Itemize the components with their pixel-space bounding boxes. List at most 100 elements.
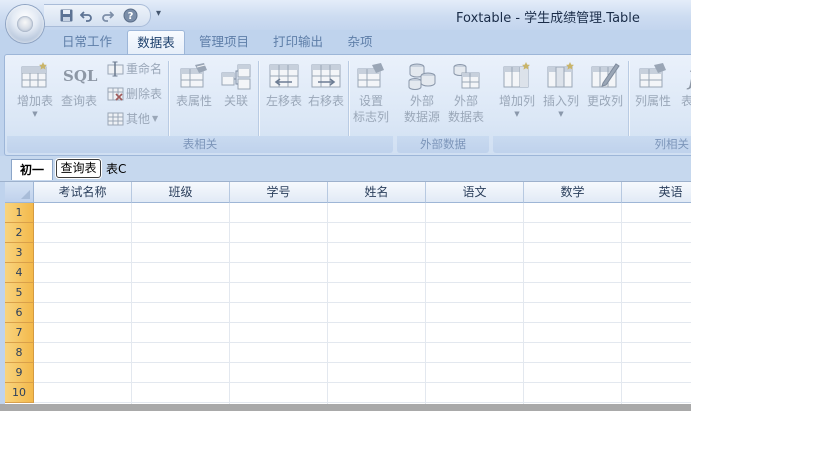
- delete-table-button[interactable]: 删除表: [107, 84, 162, 104]
- column-header[interactable]: 英语: [622, 182, 691, 203]
- grid-line: [34, 362, 691, 363]
- row-header[interactable]: 8: [5, 343, 34, 363]
- delete-table-icon: [107, 87, 124, 101]
- grid-line: [131, 203, 132, 407]
- office-button[interactable]: [6, 5, 44, 43]
- title-bar: ? ▾ Foxtable - 学生成绩管理.Table: [0, 0, 691, 30]
- grid-line: [34, 302, 691, 303]
- window-title: Foxtable - 学生成绩管理.Table: [456, 11, 640, 26]
- add-column-label: 增加列: [498, 94, 535, 108]
- sheet-tab-query[interactable]: 查询表: [56, 159, 101, 178]
- insert-column-label: 插入列: [542, 94, 579, 108]
- grid-line: [327, 203, 328, 407]
- insert-column-icon: [547, 62, 574, 88]
- column-header[interactable]: 学号: [230, 182, 328, 203]
- grid-line: [425, 203, 426, 407]
- rename-button[interactable]: 重命名: [107, 59, 162, 79]
- group-label-table: 表相关: [7, 136, 393, 153]
- add-table-button[interactable]: 增加表 ▼: [12, 59, 58, 133]
- grid-line: [523, 203, 524, 407]
- rename-icon: [107, 61, 124, 77]
- column-header[interactable]: 姓名: [328, 182, 426, 203]
- insert-column-button[interactable]: 插入列 ▼: [539, 59, 583, 133]
- undo-icon[interactable]: [78, 8, 94, 23]
- function-icon: f: [677, 61, 691, 91]
- external-table-label-2: 数据表: [447, 110, 484, 124]
- group-column: 增加列 ▼ 插入列 ▼ 更改列 列属性 表 列相关: [493, 57, 691, 153]
- svg-text:?: ?: [127, 11, 133, 22]
- grid-line: [34, 382, 691, 383]
- row-header[interactable]: 3: [5, 243, 34, 263]
- column-header[interactable]: 语文: [426, 182, 524, 203]
- sheet-tab-table-c[interactable]: 表C: [106, 159, 126, 179]
- move-table-left-button[interactable]: 左移表: [261, 59, 307, 133]
- other-dropdown-icon: ▼: [152, 114, 159, 123]
- add-column-icon: [503, 62, 530, 88]
- column-header[interactable]: 考试名称: [34, 182, 132, 203]
- qat-dropdown-icon[interactable]: ▾: [156, 8, 161, 20]
- quick-access-toolbar: ?: [44, 4, 151, 27]
- row-header[interactable]: 9: [5, 363, 34, 383]
- row-header[interactable]: 4: [5, 263, 34, 283]
- change-column-label: 更改列: [586, 94, 623, 108]
- change-column-button[interactable]: 更改列: [583, 59, 627, 133]
- group-external-data: 外部 数据源 外部 数据表 外部数据: [397, 57, 489, 153]
- insert-column-dropdown-icon: ▼: [558, 110, 564, 118]
- table-properties-label: 表属性: [175, 94, 212, 108]
- grid-line: [34, 282, 691, 283]
- tab-data-table[interactable]: 数据表: [127, 30, 185, 55]
- set-flag-label-1: 设置: [358, 94, 383, 108]
- relation-button[interactable]: 关联: [216, 59, 256, 133]
- row-header[interactable]: 5: [5, 283, 34, 303]
- row-header[interactable]: 6: [5, 303, 34, 323]
- redo-icon[interactable]: [99, 8, 115, 23]
- query-table-button[interactable]: SQL 查询表: [57, 59, 101, 133]
- ribbon-panel: 增加表 ▼ SQL 查询表 重命名 删除表 其他 ▼ 表属性 关联 左移表 右移…: [4, 54, 691, 156]
- add-column-button[interactable]: 增加列 ▼: [495, 59, 539, 133]
- relation-label: 关联: [223, 94, 248, 108]
- move-table-right-button[interactable]: 右移表: [303, 59, 349, 133]
- column-properties-label: 列属性: [634, 94, 671, 108]
- select-all-corner[interactable]: [5, 182, 34, 203]
- row-header[interactable]: 7: [5, 323, 34, 343]
- expression-button[interactable]: f 表达: [673, 59, 691, 133]
- tab-manage-project[interactable]: 管理项目: [192, 30, 256, 53]
- column-header[interactable]: 班级: [132, 182, 230, 203]
- office-logo-icon: [17, 16, 33, 32]
- group-label-column: 列相关: [493, 136, 691, 153]
- set-flag-column-button[interactable]: 设置 标志列: [349, 59, 393, 133]
- grid-line: [34, 222, 691, 223]
- row-header[interactable]: 2: [5, 223, 34, 243]
- tab-print-output[interactable]: 打印输出: [266, 30, 330, 53]
- move-right-icon: [311, 64, 341, 88]
- table-properties-icon: [180, 63, 207, 88]
- tab-misc[interactable]: 杂项: [340, 30, 380, 53]
- tab-daily-work[interactable]: 日常工作: [54, 30, 120, 53]
- table-properties-button[interactable]: 表属性: [172, 59, 216, 133]
- expression-label: 表达: [680, 94, 691, 108]
- other-button[interactable]: 其他 ▼: [107, 109, 158, 129]
- add-column-dropdown-icon: ▼: [514, 110, 520, 118]
- grid-line: [34, 322, 691, 323]
- horizontal-scrollbar[interactable]: [0, 404, 691, 411]
- group-table: 增加表 ▼ SQL 查询表 重命名 删除表 其他 ▼ 表属性 关联 左移表 右移…: [7, 57, 393, 153]
- column-header[interactable]: 数学: [524, 182, 622, 203]
- row-header[interactable]: 10: [5, 383, 34, 403]
- external-source-button[interactable]: 外部 数据源: [400, 59, 444, 133]
- external-table-button[interactable]: 外部 数据表: [444, 59, 488, 133]
- help-icon[interactable]: ?: [122, 8, 138, 23]
- column-properties-icon: [639, 63, 666, 88]
- add-table-icon: [21, 62, 47, 88]
- sheet-tab-grade1[interactable]: 初一: [11, 159, 53, 180]
- save-icon[interactable]: [58, 8, 74, 23]
- move-table-left-label: 左移表: [265, 94, 302, 108]
- grid-cells[interactable]: [34, 203, 691, 407]
- group-label-column-text: 列相关: [654, 137, 690, 151]
- external-source-label-1: 外部: [409, 94, 434, 108]
- column-properties-button[interactable]: 列属性: [630, 59, 676, 133]
- row-header[interactable]: 1: [5, 203, 34, 223]
- external-table-label-1: 外部: [453, 94, 478, 108]
- add-table-dropdown-icon: ▼: [32, 110, 38, 118]
- move-left-icon: [269, 64, 299, 88]
- foxtable-window: ? ▾ Foxtable - 学生成绩管理.Table 日常工作 数据表 管理项…: [0, 0, 691, 411]
